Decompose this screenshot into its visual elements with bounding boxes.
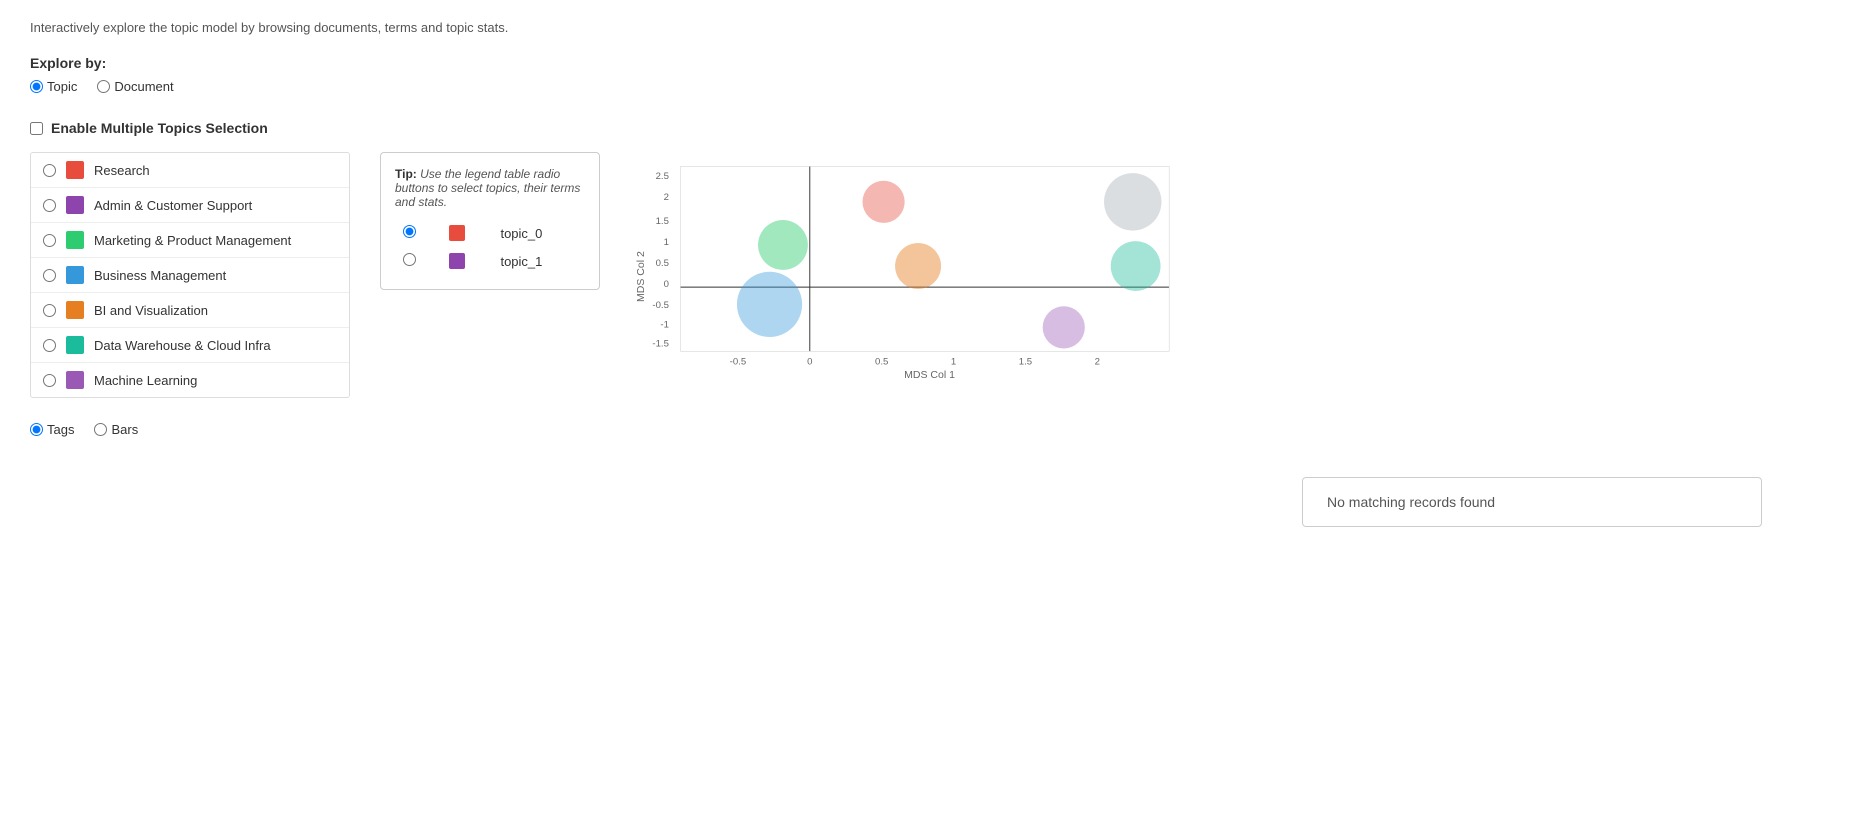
- topic-radio-bi-visualization[interactable]: [43, 304, 56, 317]
- svg-text:0: 0: [664, 279, 669, 290]
- topic-swatch-marketing-product: [66, 231, 84, 249]
- topic-radio-data-warehouse[interactable]: [43, 339, 56, 352]
- no-records-box: No matching records found: [1302, 477, 1762, 527]
- svg-text:-0.5: -0.5: [730, 357, 747, 368]
- legend-label-topic_0: topic_0: [492, 219, 585, 247]
- explore-by-label: Explore by:: [30, 55, 1822, 71]
- svg-text:1: 1: [951, 357, 956, 368]
- topic-radio-label[interactable]: Topic: [30, 79, 77, 94]
- topic-label-research: Research: [94, 163, 150, 178]
- legend-swatch-cell: [441, 219, 492, 247]
- topic-radio-marketing-product[interactable]: [43, 234, 56, 247]
- topic-radio[interactable]: [30, 80, 43, 93]
- topic-swatch-business-mgmt: [66, 266, 84, 284]
- legend-swatch-cell: [441, 247, 492, 275]
- topic-radio-machine-learning[interactable]: [43, 374, 56, 387]
- svg-text:2: 2: [664, 192, 669, 203]
- svg-text:2.5: 2.5: [656, 171, 669, 182]
- svg-text:-0.5: -0.5: [652, 300, 669, 311]
- enable-multiple-section: Enable Multiple Topics Selection: [30, 120, 1822, 136]
- topic-item-business-mgmt[interactable]: Business Management: [31, 258, 349, 293]
- svg-text:0.5: 0.5: [656, 258, 669, 269]
- no-records-message: No matching records found: [1327, 494, 1495, 510]
- legend-row-topic_1[interactable]: topic_1: [395, 247, 585, 275]
- svg-text:MDS Col 1: MDS Col 1: [904, 369, 955, 381]
- topic-item-research[interactable]: Research: [31, 153, 349, 188]
- svg-text:MDS Col 2: MDS Col 2: [635, 251, 647, 302]
- svg-text:2: 2: [1095, 357, 1100, 368]
- tags-bars-section: Tags Bars: [30, 422, 1822, 437]
- topic-swatch-admin-customer: [66, 196, 84, 214]
- enable-multiple-label: Enable Multiple Topics Selection: [51, 120, 268, 136]
- tip-text: Tip: Use the legend table radio buttons …: [395, 167, 585, 209]
- legend-label-topic_1: topic_1: [492, 247, 585, 275]
- bars-radio-label[interactable]: Bars: [94, 422, 138, 437]
- topic-swatch-bi-visualization: [66, 301, 84, 319]
- topic-label-business-mgmt: Business Management: [94, 268, 226, 283]
- bubble-data-warehouse[interactable]: [1111, 241, 1161, 291]
- middle-panel: Tip: Use the legend table radio buttons …: [380, 152, 600, 306]
- main-layout: Research Admin & Customer Support Market…: [30, 152, 1822, 398]
- bars-radio-text: Bars: [111, 422, 138, 437]
- bars-radio[interactable]: [94, 423, 107, 436]
- topic-swatch-research: [66, 161, 84, 179]
- topic-label-marketing-product: Marketing & Product Management: [94, 233, 291, 248]
- tip-body: Use the legend table radio buttons to se…: [395, 167, 580, 209]
- bubble-marketing[interactable]: [758, 220, 808, 270]
- bubble-machine-learning[interactable]: [1043, 306, 1085, 348]
- tags-radio[interactable]: [30, 423, 43, 436]
- chart-area: MDS Col 2 2.5 2 1.5 1 0.5 0 -0.5 -1 -1.5…: [630, 152, 1210, 382]
- topic-item-admin-customer[interactable]: Admin & Customer Support: [31, 188, 349, 223]
- bubble-research[interactable]: [863, 181, 905, 223]
- legend-radio-topic_0[interactable]: [403, 225, 416, 238]
- document-radio[interactable]: [97, 80, 110, 93]
- topic-radio-text: Topic: [47, 79, 77, 94]
- document-radio-label[interactable]: Document: [97, 79, 173, 94]
- chart-wrapper: MDS Col 2 2.5 2 1.5 1 0.5 0 -0.5 -1 -1.5…: [630, 152, 1822, 382]
- svg-text:0.5: 0.5: [875, 357, 888, 368]
- tags-bars-radio-group: Tags Bars: [30, 422, 1822, 437]
- tags-radio-text: Tags: [47, 422, 74, 437]
- scatter-chart: MDS Col 2 2.5 2 1.5 1 0.5 0 -0.5 -1 -1.5…: [630, 152, 1210, 382]
- legend-radio-cell[interactable]: [395, 219, 441, 247]
- bubble-bi[interactable]: [895, 243, 941, 289]
- topic-label-machine-learning: Machine Learning: [94, 373, 197, 388]
- topic-swatch-data-warehouse: [66, 336, 84, 354]
- legend-radio-topic_1[interactable]: [403, 253, 416, 266]
- svg-text:1.5: 1.5: [1019, 357, 1032, 368]
- tags-radio-label[interactable]: Tags: [30, 422, 74, 437]
- topic-label-bi-visualization: BI and Visualization: [94, 303, 208, 318]
- explore-by-radio-group: Topic Document: [30, 79, 1822, 102]
- explore-by-section: Explore by: Topic Document: [30, 55, 1822, 102]
- legend-row-topic_0[interactable]: topic_0: [395, 219, 585, 247]
- topic-item-marketing-product[interactable]: Marketing & Product Management: [31, 223, 349, 258]
- topic-label-data-warehouse: Data Warehouse & Cloud Infra: [94, 338, 271, 353]
- svg-text:0: 0: [807, 357, 812, 368]
- tip-label: Tip:: [395, 167, 417, 181]
- topic-radio-business-mgmt[interactable]: [43, 269, 56, 282]
- document-radio-text: Document: [114, 79, 173, 94]
- topic-swatch-machine-learning: [66, 371, 84, 389]
- svg-text:-1.5: -1.5: [652, 339, 669, 350]
- svg-text:1: 1: [664, 237, 669, 248]
- topic-item-bi-visualization[interactable]: BI and Visualization: [31, 293, 349, 328]
- page-subtitle: Interactively explore the topic model by…: [30, 20, 1822, 35]
- svg-text:-1: -1: [660, 319, 669, 330]
- bubble-admin[interactable]: [1104, 173, 1162, 231]
- topic-item-machine-learning[interactable]: Machine Learning: [31, 363, 349, 397]
- legend-table: topic_0 topic_1: [395, 219, 585, 275]
- topic-list: Research Admin & Customer Support Market…: [30, 152, 350, 398]
- bubble-business[interactable]: [737, 272, 802, 337]
- tip-box: Tip: Use the legend table radio buttons …: [380, 152, 600, 290]
- topic-radio-admin-customer[interactable]: [43, 199, 56, 212]
- topic-radio-research[interactable]: [43, 164, 56, 177]
- right-panel: MDS Col 2 2.5 2 1.5 1 0.5 0 -0.5 -1 -1.5…: [630, 152, 1822, 382]
- enable-multiple-checkbox[interactable]: [30, 122, 43, 135]
- topic-label-admin-customer: Admin & Customer Support: [94, 198, 252, 213]
- left-panel: Research Admin & Customer Support Market…: [30, 152, 350, 398]
- svg-text:1.5: 1.5: [656, 216, 669, 227]
- legend-radio-cell[interactable]: [395, 247, 441, 275]
- topic-item-data-warehouse[interactable]: Data Warehouse & Cloud Infra: [31, 328, 349, 363]
